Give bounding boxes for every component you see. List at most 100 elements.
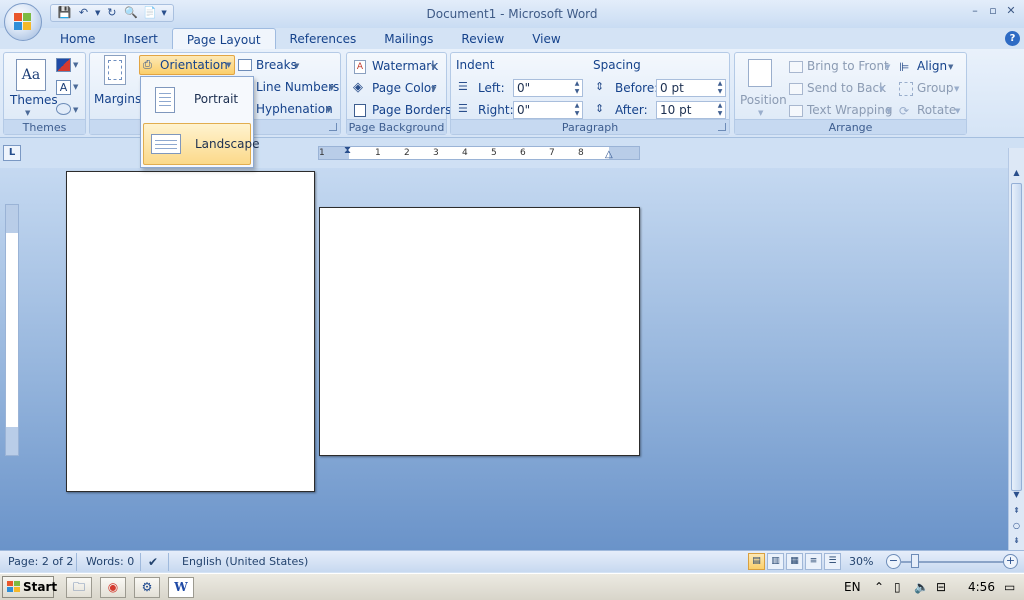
file-explorer-icon[interactable]: 🗀 bbox=[66, 577, 92, 598]
theme-colors-icon[interactable] bbox=[56, 58, 71, 72]
rotate-button[interactable]: Rotate bbox=[917, 103, 956, 117]
next-page-icon[interactable]: ⇟ bbox=[1009, 534, 1024, 548]
indent-left-input[interactable]: 0" ▲ ▼ bbox=[513, 79, 583, 97]
page-background-group-label: Page Background bbox=[347, 119, 446, 134]
office-button[interactable] bbox=[4, 3, 42, 41]
language-bar[interactable]: EN bbox=[844, 580, 861, 594]
word-taskbar-icon[interactable]: W bbox=[168, 577, 194, 598]
tab-insert[interactable]: Insert bbox=[109, 28, 171, 50]
language-indicator[interactable]: English (United States) bbox=[182, 555, 308, 568]
scroll-up-icon[interactable]: ▲ bbox=[1009, 166, 1024, 180]
chrome-icon[interactable]: ◉ bbox=[100, 577, 126, 598]
page-borders-icon[interactable] bbox=[354, 104, 366, 117]
document-page-portrait[interactable] bbox=[66, 171, 315, 492]
spacing-before-label: Before: bbox=[615, 81, 659, 95]
page-color-button[interactable]: Page Color bbox=[372, 81, 436, 95]
theme-fonts-icon[interactable]: A bbox=[56, 80, 71, 95]
page-color-icon[interactable]: ◈ bbox=[353, 81, 368, 95]
select-browse-object-icon[interactable]: ○ bbox=[1009, 519, 1024, 533]
watermark-icon[interactable]: A bbox=[354, 60, 366, 74]
outline-icon[interactable]: ≡ bbox=[805, 553, 822, 570]
draft-icon[interactable]: ☰ bbox=[824, 553, 841, 570]
tab-view[interactable]: View bbox=[518, 28, 574, 50]
line-numbers-dropdown-icon: ▼ bbox=[329, 84, 335, 92]
breaks-icon[interactable] bbox=[238, 59, 252, 71]
maximize-button[interactable]: ▫ bbox=[984, 2, 1002, 20]
full-screen-reading-icon[interactable]: ▥ bbox=[767, 553, 784, 570]
tab-home[interactable]: Home bbox=[46, 28, 109, 50]
minimize-button[interactable]: – bbox=[966, 2, 984, 20]
breaks-dropdown-icon: ▼ bbox=[294, 62, 300, 70]
theme-effects-icon[interactable] bbox=[56, 103, 71, 115]
paragraph-launcher-icon[interactable] bbox=[718, 123, 726, 131]
tab-review[interactable]: Review bbox=[447, 28, 518, 50]
zoom-level[interactable]: 30% bbox=[849, 555, 873, 568]
paragraph-group: Indent ☰ Left: 0" ▲ ▼ ☰ Right: 0" ▲ ▼ Spac… bbox=[450, 52, 730, 135]
page-setup-launcher-icon[interactable] bbox=[329, 123, 337, 131]
breaks-button[interactable]: Breaks bbox=[256, 58, 297, 72]
landscape-label: Landscape bbox=[195, 137, 260, 151]
ruler-number: 1 bbox=[375, 148, 381, 158]
clock[interactable]: 4:56 bbox=[968, 580, 995, 594]
tab-mailings[interactable]: Mailings bbox=[370, 28, 447, 50]
tab-selector-button[interactable]: L bbox=[3, 145, 21, 161]
web-layout-icon[interactable]: ▦ bbox=[786, 553, 803, 570]
zoom-out-button[interactable]: − bbox=[886, 554, 901, 569]
vertical-ruler[interactable] bbox=[5, 204, 19, 456]
print-layout-icon[interactable]: ▤ bbox=[748, 553, 765, 570]
orientation-menu-item-portrait[interactable]: Portrait bbox=[143, 79, 251, 121]
indent-marker-icon[interactable]: ⧗ bbox=[344, 144, 351, 157]
show-hidden-icons-icon[interactable]: ⌃ bbox=[874, 580, 884, 594]
vertical-scrollbar[interactable]: ▲ ▼ ⇞ ○ ⇟ bbox=[1008, 148, 1024, 550]
right-indent-marker-icon[interactable]: △ bbox=[605, 148, 613, 161]
zoom-slider-knob[interactable] bbox=[911, 554, 919, 568]
spacing-before-input[interactable]: 0 pt ▲ ▼ bbox=[656, 79, 726, 97]
network-icon[interactable]: ⊟ bbox=[936, 580, 946, 594]
tab-references[interactable]: References bbox=[276, 28, 371, 50]
watermark-button[interactable]: Watermark bbox=[372, 59, 438, 73]
spacing-before-spinner-icon[interactable]: ▲ ▼ bbox=[715, 80, 725, 96]
page-count[interactable]: Page: 2 of 2 bbox=[8, 555, 73, 568]
page-color-dropdown-icon: ▼ bbox=[431, 85, 437, 93]
scroll-down-icon[interactable]: ▼ bbox=[1009, 488, 1024, 502]
themes-icon[interactable]: Aa bbox=[16, 59, 46, 91]
group-button[interactable]: Group bbox=[917, 81, 954, 95]
previous-page-icon[interactable]: ⇞ bbox=[1009, 504, 1024, 518]
document-page-landscape[interactable] bbox=[319, 207, 640, 456]
show-desktop-icon[interactable]: ▭ bbox=[1004, 580, 1015, 594]
margins-button[interactable]: Margins bbox=[94, 92, 141, 106]
help-icon[interactable]: ? bbox=[1005, 31, 1020, 46]
text-wrapping-button[interactable]: Text Wrapping bbox=[807, 103, 893, 117]
scrollbar-thumb[interactable] bbox=[1011, 183, 1022, 491]
horizontal-ruler[interactable]: 1 1 2 3 4 5 6 7 8 ⧗ △ bbox=[318, 144, 640, 161]
orientation-button[interactable]: ⎙ Orientation ▼ bbox=[139, 55, 235, 75]
document-workspace bbox=[0, 168, 1008, 550]
app-icon[interactable]: ⚙ bbox=[134, 577, 160, 598]
word-count[interactable]: Words: 0 bbox=[86, 555, 134, 568]
page-borders-button[interactable]: Page Borders bbox=[372, 103, 451, 117]
position-icon[interactable] bbox=[748, 59, 772, 87]
tab-page-layout[interactable]: Page Layout bbox=[171, 28, 276, 50]
proofing-icon[interactable]: ✔ bbox=[148, 555, 158, 569]
themes-dropdown-icon[interactable]: ▼ bbox=[25, 109, 30, 117]
text-wrapping-icon bbox=[789, 105, 803, 117]
line-numbers-button[interactable]: Line Numbers bbox=[256, 80, 339, 94]
orientation-menu-item-landscape[interactable]: Landscape bbox=[143, 123, 259, 165]
battery-icon[interactable]: ▯ bbox=[894, 580, 901, 594]
indent-left-spinner-icon[interactable]: ▲ ▼ bbox=[572, 80, 582, 96]
position-button[interactable]: Position bbox=[740, 93, 787, 107]
close-button[interactable]: ✕ bbox=[1002, 2, 1020, 20]
zoom-in-button[interactable]: + bbox=[1003, 554, 1018, 569]
send-to-back-button[interactable]: Send to Back bbox=[807, 81, 886, 95]
themes-button[interactable]: Themes bbox=[10, 93, 58, 107]
volume-icon[interactable]: 🔈 bbox=[914, 580, 929, 594]
bring-to-front-button[interactable]: Bring to Front bbox=[807, 59, 889, 73]
spacing-after-input[interactable]: 10 pt ▲ ▼ bbox=[656, 101, 726, 119]
align-button[interactable]: Align bbox=[917, 59, 947, 73]
margins-icon[interactable] bbox=[104, 55, 126, 85]
hyphenation-button[interactable]: Hyphenation bbox=[256, 102, 333, 116]
indent-right-input[interactable]: 0" ▲ ▼ bbox=[513, 101, 583, 119]
start-button[interactable]: Start bbox=[2, 576, 57, 598]
indent-right-spinner-icon[interactable]: ▲ ▼ bbox=[572, 102, 582, 118]
spacing-after-spinner-icon[interactable]: ▲ ▼ bbox=[715, 102, 725, 118]
